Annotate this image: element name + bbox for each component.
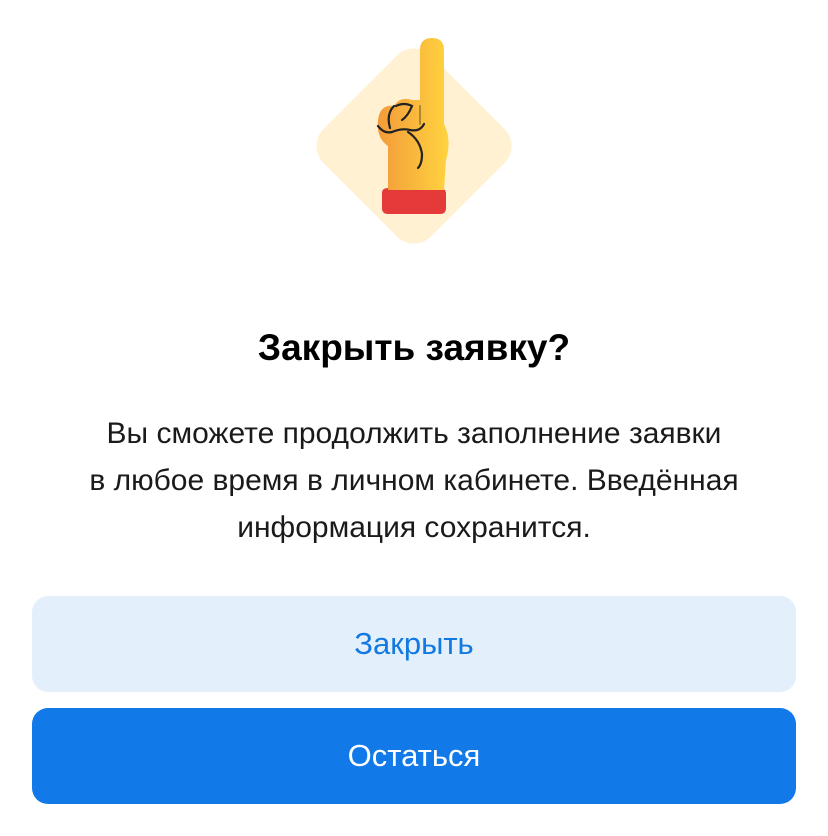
close-application-dialog: Закрыть заявку? Вы сможете продолжить за…: [0, 0, 828, 836]
dialog-message: Вы сможете продолжить заполнение заявки …: [40, 410, 788, 551]
message-line: в любое время в личном кабинете. Введённ…: [89, 464, 739, 497]
message-line: информация сохранится.: [237, 511, 591, 544]
pointing-up-hand-icon: [296, 28, 532, 264]
dialog-title: Закрыть заявку?: [257, 327, 571, 368]
stay-button[interactable]: Остаться: [32, 708, 796, 804]
message-line: Вы сможете продолжить заполнение заявки: [106, 417, 722, 450]
close-button[interactable]: Закрыть: [32, 596, 796, 692]
